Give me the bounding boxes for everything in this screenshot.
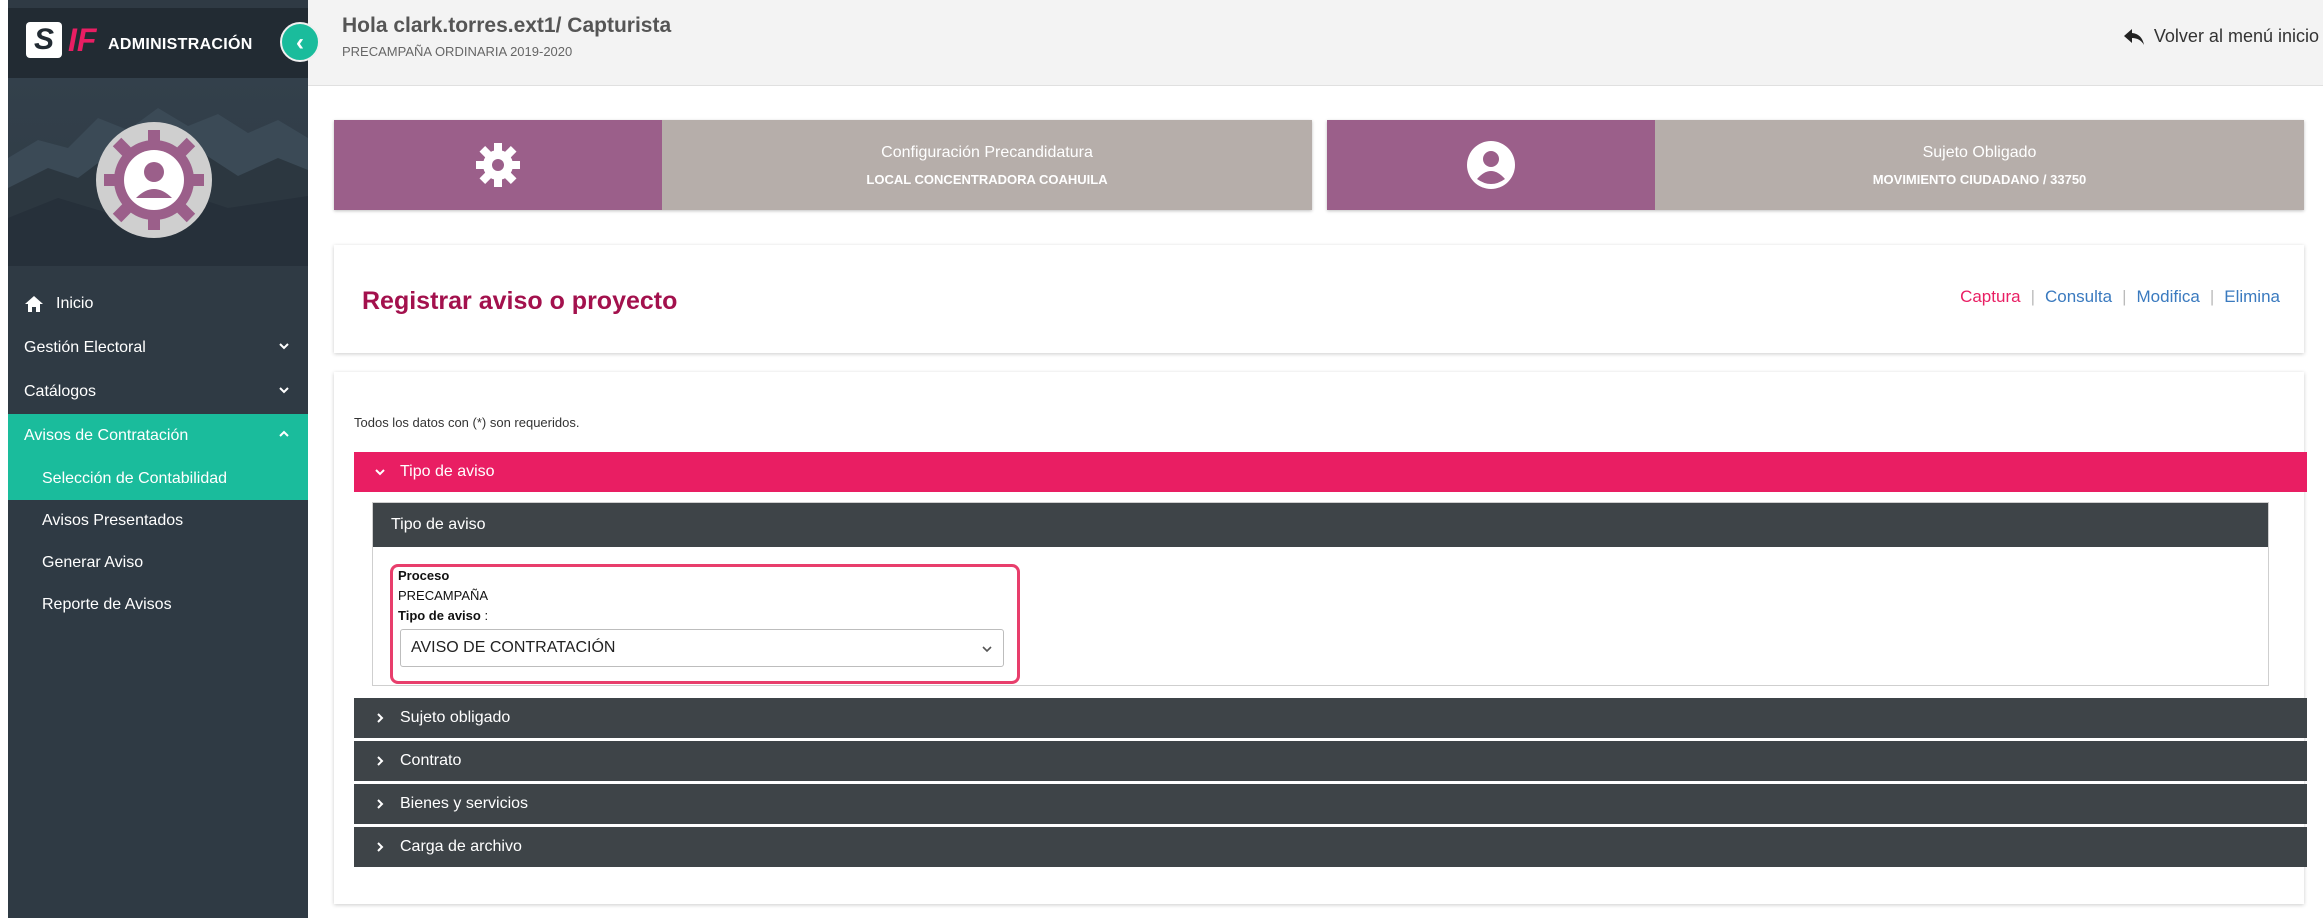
accordion-label: Bienes y servicios: [400, 795, 529, 812]
proceso-label: Proceso: [398, 568, 450, 583]
select-value: AVISO DE CONTRATACIÓN: [411, 639, 616, 656]
nav-item-label: Gestión Electoral: [24, 339, 146, 356]
card-text: Sujeto Obligado MOVIMIENTO CIUDADANO / 3…: [1655, 120, 2304, 210]
accordion-contrato[interactable]: Contrato: [354, 741, 2307, 781]
card-icon-area: [1327, 120, 1655, 210]
accordion-sujeto-obligado[interactable]: Sujeto obligado: [354, 698, 2307, 738]
mode-links: Captura | Consulta | Modifica | Elimina: [1960, 287, 2280, 307]
page-title: Registrar aviso o proyecto: [362, 287, 678, 315]
sub-item-seleccion-contabilidad[interactable]: Selección de Contabilidad: [8, 458, 308, 500]
consulta-link[interactable]: Consulta: [2045, 287, 2112, 307]
chevron-down-icon: [375, 469, 385, 476]
sub-item-generar-aviso[interactable]: Generar Aviso: [8, 542, 308, 584]
nav-item-avisos-contratacion[interactable]: Avisos de Contratación: [8, 414, 308, 458]
card-value: LOCAL CONCENTRADORA COAHUILA: [866, 171, 1108, 187]
nav-item-gestion-electoral[interactable]: Gestión Electoral: [8, 326, 308, 370]
accordion-tipo-aviso-header[interactable]: Tipo de aviso: [354, 452, 2307, 492]
user-greeting: Hola clark.torres.ext1/ Capturista: [342, 14, 672, 37]
config-precandidatura-card: Configuración Precandidatura LOCAL CONCE…: [334, 120, 1312, 210]
link-separator: |: [2030, 287, 2035, 306]
chevron-right-icon: [377, 799, 384, 809]
modifica-link[interactable]: Modifica: [2137, 287, 2200, 307]
tipo-aviso-label: Tipo de aviso :: [398, 608, 488, 623]
sidebar-header: S IF ADMINISTRACIÓN: [8, 8, 308, 78]
top-bar: Hola clark.torres.ext1/ Capturista PRECA…: [308, 0, 2323, 86]
sif-logo: S IF: [26, 22, 96, 58]
proceso-value: PRECAMPAÑA: [398, 588, 489, 603]
logo-if-mark: IF: [68, 22, 97, 58]
card-text: Configuración Precandidatura LOCAL CONCE…: [662, 120, 1312, 210]
user-circle-icon: [1467, 141, 1515, 189]
card-title: Configuración Precandidatura: [881, 143, 1093, 161]
chevron-down-icon: [982, 646, 992, 653]
card-title: Sujeto Obligado: [1922, 143, 2037, 161]
nav-item-label: Avisos de Contratación: [24, 427, 189, 444]
home-icon: [25, 296, 43, 312]
reply-arrow-icon: [2123, 28, 2144, 45]
logo-s-mark: S: [26, 22, 62, 58]
chevron-right-icon: [377, 842, 384, 852]
nav-item-label: Catálogos: [24, 383, 97, 400]
chevron-down-icon: [279, 387, 289, 394]
chevron-right-icon: [377, 756, 384, 766]
sujeto-obligado-card: Sujeto Obligado MOVIMIENTO CIUDADANO / 3…: [1327, 120, 2304, 210]
gear-icon: [476, 143, 520, 187]
tipo-aviso-label-suffix: :: [480, 608, 489, 623]
app-root: S IF ADMINISTRACIÓN ‹ Inicio Gestión Ele…: [0, 0, 2323, 918]
user-gear-avatar-icon: [96, 122, 212, 238]
link-separator: |: [2122, 287, 2127, 306]
nav-item-catalogos[interactable]: Catálogos: [8, 370, 308, 414]
back-to-menu-link[interactable]: Volver al menú inicio: [2122, 26, 2319, 47]
sub-item-avisos-presentados[interactable]: Avisos Presentados: [8, 500, 308, 542]
accordion-label: Contrato: [400, 752, 462, 769]
collapse-sidebar-button[interactable]: ‹: [280, 22, 320, 62]
card-value: MOVIMIENTO CIUDADANO / 33750: [1872, 171, 2087, 187]
accordion-label: Carga de archivo: [400, 838, 522, 855]
chevron-up-icon: [279, 430, 289, 437]
tipo-aviso-select[interactable]: AVISO DE CONTRATACIÓN: [400, 629, 1004, 667]
accordion-bienes-servicios[interactable]: Bienes y servicios: [354, 784, 2307, 824]
nav-item-label: Inicio: [56, 295, 94, 312]
sidebar-banner: [8, 78, 308, 266]
chevron-down-icon: [279, 343, 289, 350]
tipo-aviso-label-text: Tipo de aviso: [398, 608, 481, 623]
sidebar-nav: Inicio Gestión Electoral Catálogos Aviso…: [8, 282, 308, 626]
chevron-right-icon: [377, 713, 384, 723]
sidebar: S IF ADMINISTRACIÓN ‹ Inicio Gestión Ele…: [8, 0, 320, 918]
required-fields-note: Todos los datos con (*) son requeridos.: [354, 415, 580, 430]
accordion-label: Tipo de aviso: [400, 463, 495, 480]
process-period: PRECAMPAÑA ORDINARIA 2019-2020: [342, 44, 573, 59]
elimina-link[interactable]: Elimina: [2224, 287, 2280, 307]
app-title: ADMINISTRACIÓN: [108, 36, 253, 53]
link-separator: |: [2209, 287, 2215, 306]
sub-item-reporte-avisos[interactable]: Reporte de Avisos: [8, 584, 308, 626]
form-panel: Todos los datos con (*) son requeridos. …: [334, 372, 2307, 904]
accordion-label: Sujeto obligado: [400, 709, 511, 726]
inner-section-header: Tipo de aviso: [373, 503, 2268, 547]
back-link-label: Volver al menú inicio: [2153, 26, 2319, 46]
captura-link[interactable]: Captura: [1960, 287, 2020, 307]
register-panel: Registrar aviso o proyecto Captura | Con…: [334, 245, 2304, 353]
nav-item-inicio[interactable]: Inicio: [8, 282, 308, 326]
card-icon-area: [334, 120, 662, 210]
accordion-carga-archivo[interactable]: Carga de archivo: [354, 827, 2307, 867]
